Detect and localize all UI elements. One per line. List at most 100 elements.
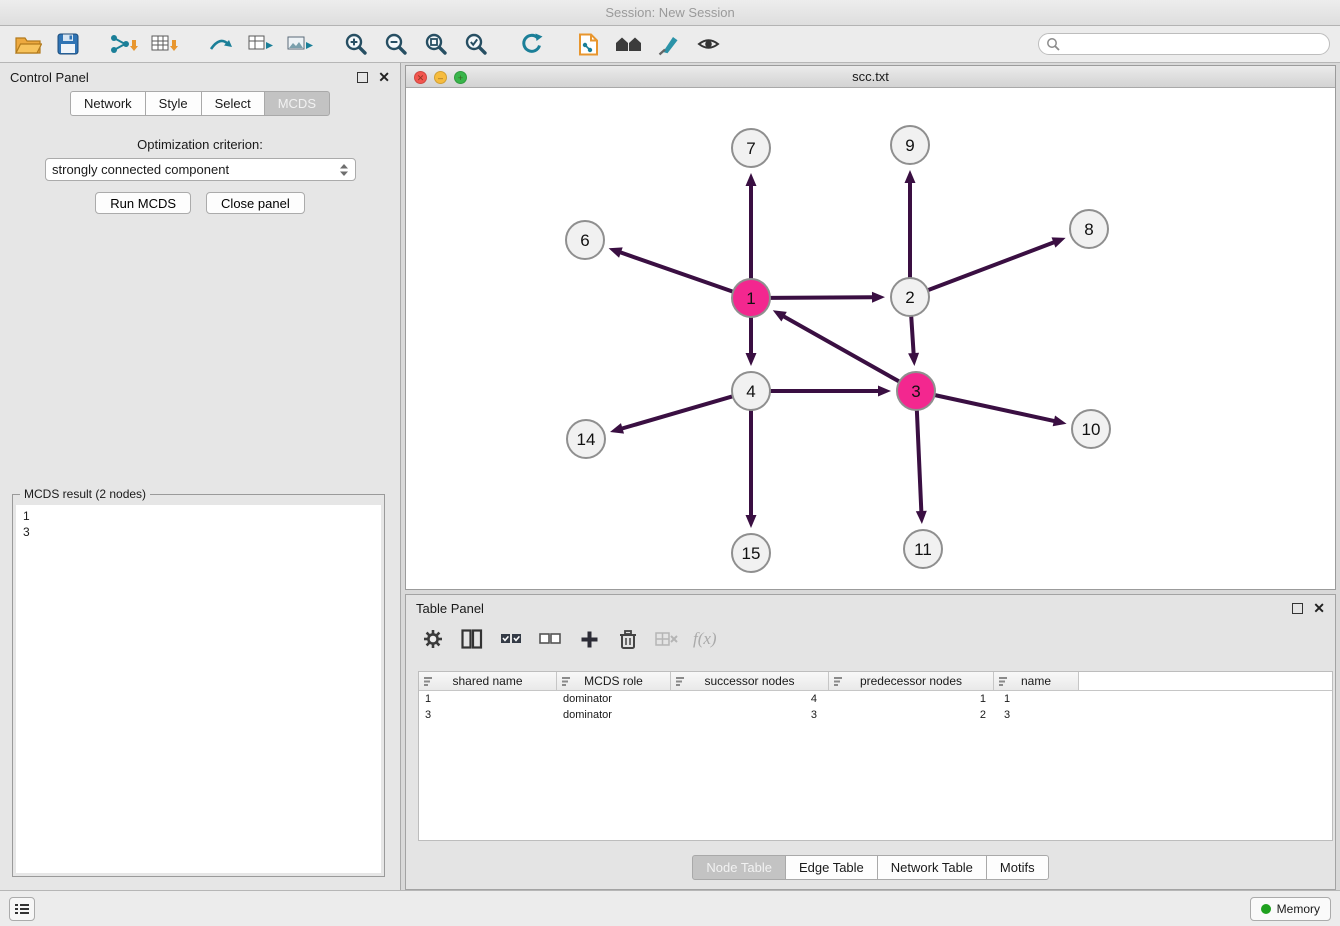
edge-4-14[interactable] xyxy=(622,397,731,429)
clone-network-button[interactable] xyxy=(202,29,238,59)
column-header-name[interactable]: name xyxy=(994,672,1079,690)
node-6[interactable]: 6 xyxy=(566,221,604,259)
first-neighbors-button[interactable] xyxy=(610,29,646,59)
run-mcds-button[interactable]: Run MCDS xyxy=(95,192,191,214)
import-table-button[interactable] xyxy=(146,29,182,59)
refresh-button[interactable] xyxy=(514,29,550,59)
node-9[interactable]: 9 xyxy=(891,126,929,164)
zoom-in-button[interactable] xyxy=(338,29,374,59)
float-panel-icon[interactable] xyxy=(357,72,368,83)
network-maximize-button[interactable]: + xyxy=(454,71,467,84)
mcds-result-title: MCDS result (2 nodes) xyxy=(20,487,150,501)
edge-1-2[interactable] xyxy=(771,297,872,298)
tab-edge-table[interactable]: Edge Table xyxy=(785,855,878,880)
network-window-titlebar[interactable]: ✕ – + scc.txt xyxy=(406,66,1335,88)
delete-row-button[interactable] xyxy=(615,625,641,653)
edge-3-10[interactable] xyxy=(936,395,1054,421)
zoom-out-button[interactable] xyxy=(378,29,414,59)
node-8[interactable]: 8 xyxy=(1070,210,1108,248)
node-label: 2 xyxy=(905,288,914,307)
table-cell: 4 xyxy=(671,691,829,707)
optimization-select[interactable]: strongly connected component xyxy=(45,158,356,181)
table-body: 1dominator4113dominator323 xyxy=(419,691,1332,723)
refresh-icon xyxy=(520,32,544,56)
column-header-shared-name[interactable]: shared name xyxy=(419,672,557,690)
open-folder-icon xyxy=(15,33,42,55)
table-settings-button[interactable] xyxy=(420,625,446,653)
column-header-successor-nodes[interactable]: successor nodes xyxy=(671,672,829,690)
tab-select[interactable]: Select xyxy=(201,91,265,116)
close-panel-button[interactable]: Close panel xyxy=(206,192,305,214)
node-table[interactable]: shared nameMCDS rolesuccessor nodesprede… xyxy=(418,671,1333,841)
function-builder-button[interactable]: f(x) xyxy=(693,625,717,653)
annotations-button[interactable] xyxy=(650,29,686,59)
table-toolbar: f(x) xyxy=(406,621,1335,657)
edge-arrowhead xyxy=(905,170,916,183)
copy-network-button[interactable] xyxy=(570,29,606,59)
select-all-button[interactable] xyxy=(498,625,524,653)
node-14[interactable]: 14 xyxy=(567,420,605,458)
column-header-MCDS-role[interactable]: MCDS role xyxy=(557,672,671,690)
table-cell: dominator xyxy=(557,691,671,707)
node-2[interactable]: 2 xyxy=(891,278,929,316)
panels-menu-button[interactable] xyxy=(9,897,35,921)
save-session-button[interactable] xyxy=(50,29,86,59)
table-cell: 3 xyxy=(671,707,829,723)
table-cell: 3 xyxy=(419,707,557,723)
table-row[interactable]: 3dominator323 xyxy=(419,707,1332,723)
node-label: 9 xyxy=(905,136,914,155)
network-view-window: ✕ – + scc.txt 7 9 6 8 1 2 4 3 14 10 15 11 xyxy=(405,65,1336,590)
mcds-result-list[interactable]: 13 xyxy=(16,505,381,873)
tab-style[interactable]: Style xyxy=(145,91,202,116)
edge-3-11[interactable] xyxy=(917,411,921,511)
network-canvas[interactable]: 7 9 6 8 1 2 4 3 14 10 15 11 xyxy=(406,88,1335,589)
node-3[interactable]: 3 xyxy=(897,372,935,410)
delete-column-button[interactable] xyxy=(654,625,680,653)
deselect-all-icon xyxy=(539,630,561,648)
close-panel-icon[interactable]: ✕ xyxy=(378,70,390,84)
node-10[interactable]: 10 xyxy=(1072,410,1110,448)
search-field[interactable] xyxy=(1038,33,1330,55)
edge-2-8[interactable] xyxy=(929,242,1054,289)
close-table-panel-icon[interactable]: ✕ xyxy=(1313,601,1325,615)
export-image-button[interactable] xyxy=(282,29,318,59)
node-15[interactable]: 15 xyxy=(732,534,770,572)
search-input[interactable] xyxy=(1064,37,1322,51)
tab-mcds[interactable]: MCDS xyxy=(264,91,330,116)
control-panel-tabs: NetworkStyleSelectMCDS xyxy=(0,91,400,116)
edge-2-3[interactable] xyxy=(911,317,913,353)
add-row-button[interactable] xyxy=(576,625,602,653)
zoom-fit-button[interactable] xyxy=(418,29,454,59)
node-1[interactable]: 1 xyxy=(732,279,770,317)
status-bar: Memory xyxy=(0,890,1340,926)
node-11[interactable]: 11 xyxy=(904,530,942,568)
show-hide-button[interactable] xyxy=(690,29,726,59)
float-table-panel-icon[interactable] xyxy=(1292,603,1303,614)
zoom-out-icon xyxy=(384,32,408,56)
copy-network-icon xyxy=(577,33,600,56)
column-edit-icon xyxy=(675,676,685,686)
zoom-in-icon xyxy=(344,32,368,56)
node-label: 3 xyxy=(911,382,920,401)
tab-node-table[interactable]: Node Table xyxy=(692,855,786,880)
memory-button[interactable]: Memory xyxy=(1250,897,1331,921)
deselect-all-button[interactable] xyxy=(537,625,563,653)
import-network-button[interactable] xyxy=(106,29,142,59)
edge-1-6[interactable] xyxy=(621,253,732,292)
network-minimize-button[interactable]: – xyxy=(434,71,447,84)
column-header-predecessor-nodes[interactable]: predecessor nodes xyxy=(829,672,994,690)
table-row[interactable]: 1dominator411 xyxy=(419,691,1332,707)
node-7[interactable]: 7 xyxy=(732,129,770,167)
tab-network[interactable]: Network xyxy=(70,91,146,116)
open-session-button[interactable] xyxy=(10,29,46,59)
search-icon xyxy=(1046,37,1060,51)
toggle-column-button[interactable] xyxy=(459,625,485,653)
edge-3-1[interactable] xyxy=(784,317,898,382)
network-from-table-button[interactable] xyxy=(242,29,278,59)
tab-network-table[interactable]: Network Table xyxy=(877,855,987,880)
network-close-button[interactable]: ✕ xyxy=(414,71,427,84)
node-4[interactable]: 4 xyxy=(732,372,770,410)
zoom-selected-button[interactable] xyxy=(458,29,494,59)
node-label: 8 xyxy=(1084,220,1093,239)
tab-motifs[interactable]: Motifs xyxy=(986,855,1049,880)
